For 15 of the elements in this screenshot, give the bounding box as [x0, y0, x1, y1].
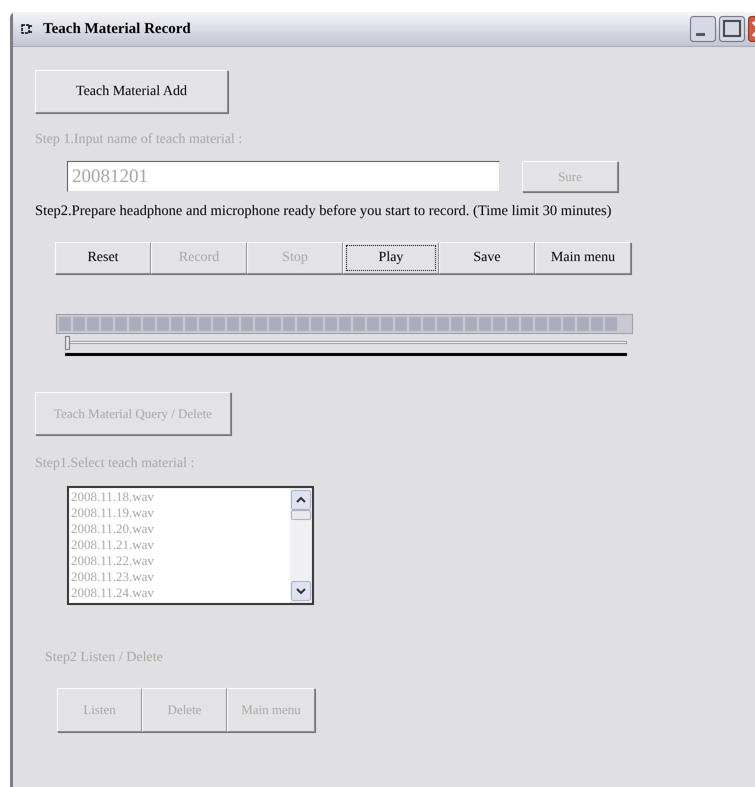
record-toolbar-button[interactable]: Play: [343, 242, 439, 274]
record-toolbar-button[interactable]: Main menu: [535, 242, 631, 274]
maximize-icon[interactable]: [719, 16, 745, 42]
window-title: Teach Material Record: [43, 20, 191, 39]
step-label: Step1.Select teach material :: [35, 454, 196, 473]
minimize-icon[interactable]: [690, 16, 716, 42]
slider-thumb[interactable]: [65, 336, 70, 350]
add-button[interactable]: Teach Material Add: [35, 70, 228, 113]
step-label: Step2 Listen / Delete: [45, 648, 164, 667]
position-slider[interactable]: [65, 336, 627, 358]
window-icon: [21, 23, 35, 35]
instruction-text: Step2.Prepare headphone and microphone ready before you start to record. (Time limit 30 minutes): [35, 202, 612, 221]
record-toolbar-button[interactable]: Reset: [55, 242, 151, 274]
step-label: Step 1.Input name of teach material :: [35, 131, 244, 149]
record-toolbar-button[interactable]: Save: [439, 242, 535, 274]
